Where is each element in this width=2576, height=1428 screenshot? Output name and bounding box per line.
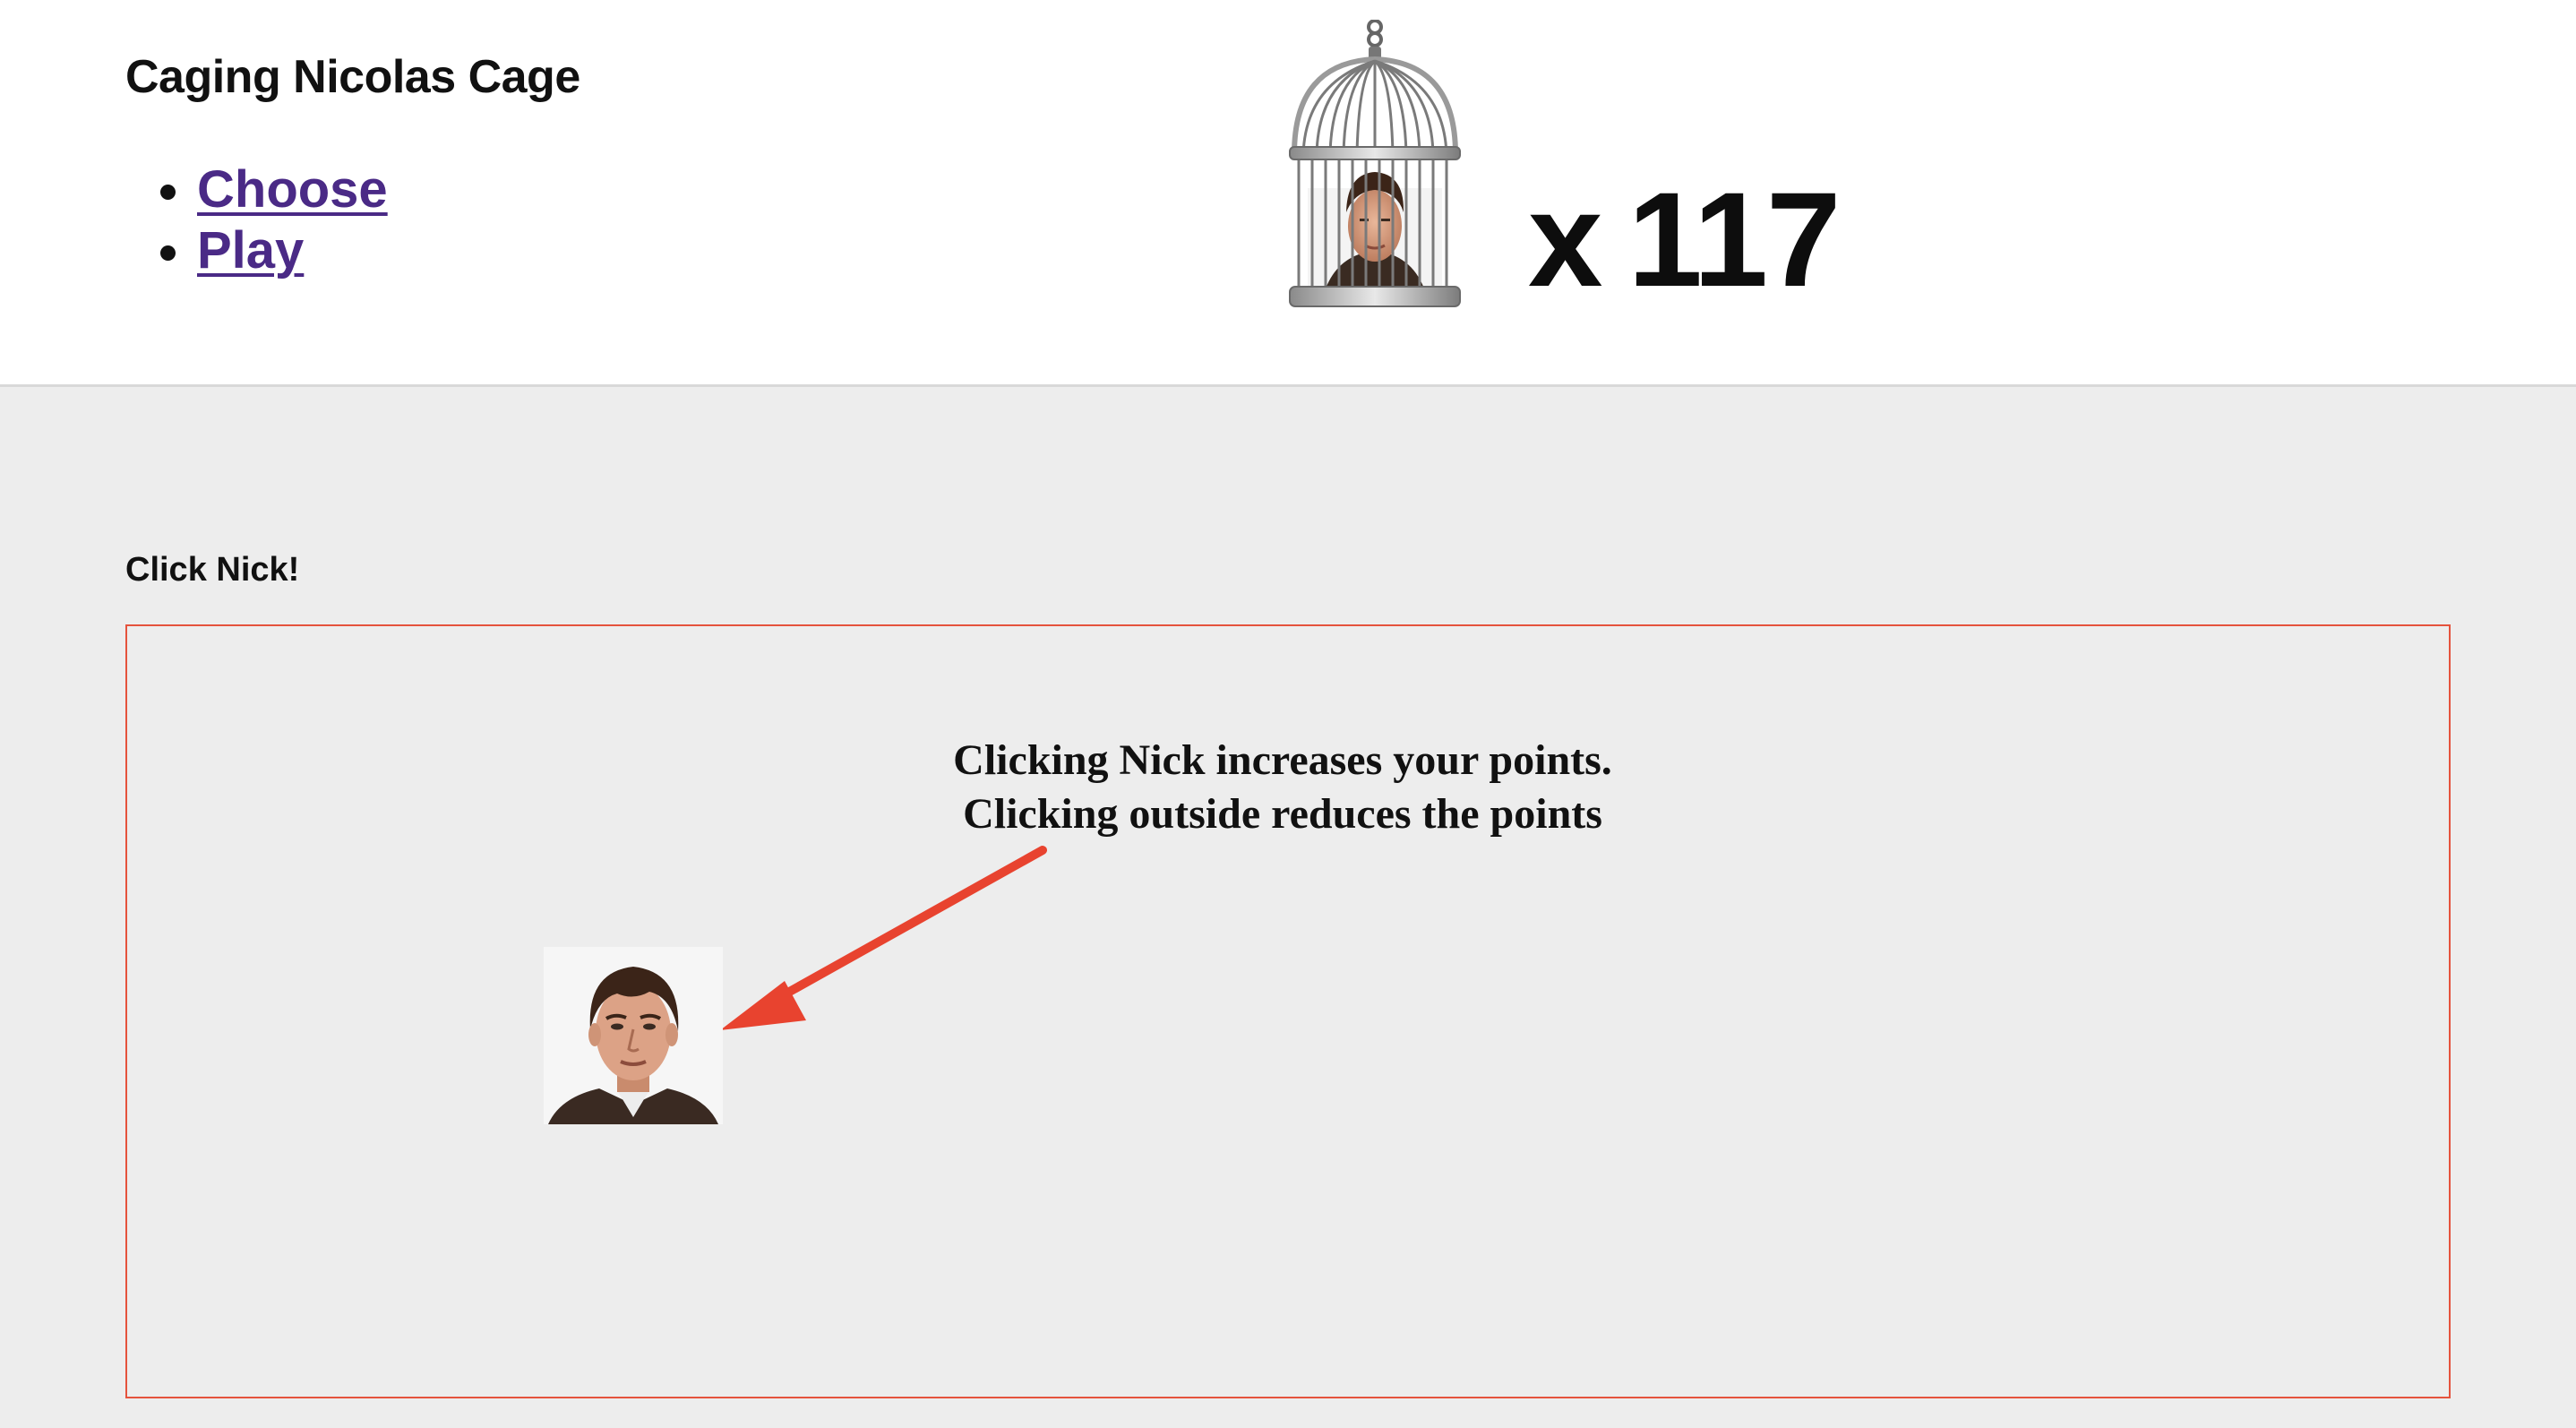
hint-line-1: Clicking Nick increases your points. [953, 736, 1612, 784]
nav-item-play: Play [197, 220, 388, 281]
game-section: Click Nick! Clicking Nick increases your… [0, 387, 2576, 1428]
score-value: 117 [1627, 164, 1841, 314]
score-prefix: x [1528, 164, 1602, 314]
instruction-text: Click Nick! [125, 551, 300, 589]
score-display: x 117 [1528, 163, 1841, 315]
hint-line-2: Clicking outside reduces the points [963, 790, 1602, 838]
nav-menu: Choose Play [143, 159, 388, 281]
site-header: Caging Nicolas Cage Choose Play [0, 0, 2576, 387]
caged-face-icon [1289, 20, 1461, 307]
site-title: Caging Nicolas Cage [125, 51, 580, 103]
caged-face [1308, 172, 1442, 288]
nav-link-choose[interactable]: Choose [197, 160, 388, 219]
nav-link-play[interactable]: Play [197, 221, 304, 280]
nicolas-cage-face-icon [544, 947, 723, 1124]
play-area[interactable]: Clicking Nick increases your points. Cli… [125, 624, 2451, 1398]
hint-text: Clicking Nick increases your points. Cli… [763, 734, 1802, 841]
nick-target[interactable] [544, 947, 723, 1124]
nav-item-choose: Choose [197, 159, 388, 220]
